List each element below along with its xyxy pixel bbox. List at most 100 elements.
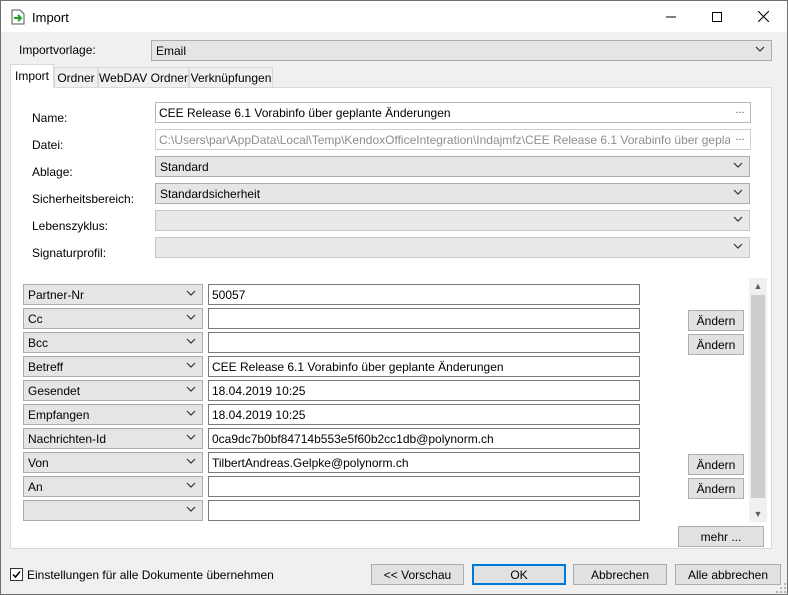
tab-webdav-ordner[interactable]: WebDAV Ordner: [98, 67, 189, 87]
field-value-input[interactable]: [208, 332, 640, 353]
chevron-down-icon: [755, 46, 765, 52]
import-template-label: Importvorlage:: [19, 43, 96, 57]
import-template-select[interactable]: Email: [151, 40, 772, 61]
field-name-value: Cc: [28, 312, 43, 326]
change-button[interactable]: Ändern: [688, 334, 744, 355]
maximize-button[interactable]: [694, 1, 740, 32]
datei-value: C:\Users\par\AppData\Local\Temp\KendoxOf…: [159, 133, 751, 147]
ablage-value: Standard: [160, 160, 209, 174]
chevron-down-icon: [733, 162, 743, 168]
field-name-select[interactable]: Von: [23, 452, 203, 473]
datei-input[interactable]: C:\Users\par\AppData\Local\Temp\KendoxOf…: [155, 129, 751, 150]
tab-import[interactable]: Import: [10, 64, 54, 88]
change-button[interactable]: Ändern: [688, 454, 744, 475]
signatur-label: Signaturprofil:: [32, 246, 107, 260]
ok-button[interactable]: OK: [472, 564, 566, 585]
name-browse-button[interactable]: ...: [730, 103, 750, 122]
chevron-down-icon: [186, 362, 196, 368]
sicherheit-value: Standardsicherheit: [160, 187, 261, 201]
signatur-select[interactable]: [155, 237, 750, 258]
lebenszyklus-select[interactable]: [155, 210, 750, 231]
chevron-down-icon: [733, 216, 743, 222]
field-name-value: Betreff: [28, 360, 64, 374]
field-name-select[interactable]: Cc: [23, 308, 203, 329]
lebenszyklus-label: Lebenszyklus:: [32, 219, 109, 233]
field-value-input[interactable]: 18.04.2019 10:25: [208, 404, 640, 425]
apply-all-label: Einstellungen für alle Dokumente überneh…: [27, 568, 274, 582]
field-value-input[interactable]: CEE Release 6.1 Vorabinfo über geplante …: [208, 356, 640, 377]
chevron-down-icon: [186, 458, 196, 464]
scroll-up-arrow[interactable]: ▲: [749, 278, 767, 294]
resize-grip-icon[interactable]: [775, 582, 787, 594]
field-value-input[interactable]: [208, 476, 640, 497]
close-button[interactable]: [740, 1, 786, 32]
field-name-value: Bcc: [28, 336, 49, 350]
chevron-down-icon: [186, 410, 196, 416]
chevron-down-icon: [186, 314, 196, 320]
import-icon: [11, 9, 25, 25]
field-name-value: An: [28, 480, 43, 494]
scroll-thumb[interactable]: [751, 295, 765, 498]
checkmark-icon: [12, 571, 21, 579]
ablage-select[interactable]: Standard: [155, 156, 750, 177]
field-name-select[interactable]: Bcc: [23, 332, 203, 353]
scroll-down-arrow[interactable]: ▼: [749, 506, 767, 522]
change-button[interactable]: Ändern: [688, 478, 744, 499]
close-icon: [757, 11, 769, 22]
cancel-all-button[interactable]: Alle abbrechen: [675, 564, 781, 585]
tab-verknuepfungen-label: Verknüpfungen: [190, 71, 272, 85]
field-value-input[interactable]: [208, 500, 640, 521]
field-list-scrollbar[interactable]: ▲ ▼: [749, 278, 767, 522]
tab-import-label: Import: [14, 69, 49, 83]
chevron-down-icon: [186, 290, 196, 296]
field-name-select[interactable]: Gesendet: [23, 380, 203, 401]
field-value-text: CEE Release 6.1 Vorabinfo über geplante …: [212, 360, 504, 374]
datei-browse-button[interactable]: ...: [730, 130, 750, 149]
field-name-select[interactable]: Empfangen: [23, 404, 203, 425]
maximize-icon: [712, 11, 722, 22]
field-name-value: Gesendet: [28, 384, 81, 398]
change-button[interactable]: Ändern: [688, 310, 744, 331]
name-value: CEE Release 6.1 Vorabinfo über geplante …: [159, 106, 451, 120]
more-button[interactable]: mehr ...: [678, 526, 764, 547]
apply-all-checkbox[interactable]: [10, 568, 23, 581]
minimize-icon: [666, 16, 676, 17]
field-name-select[interactable]: Nachrichten-Id: [23, 428, 203, 449]
import-dialog: Import Importvorlage: Email Import Ordne…: [0, 0, 788, 595]
name-input[interactable]: CEE Release 6.1 Vorabinfo über geplante …: [155, 102, 751, 123]
field-value-input[interactable]: 50057: [208, 284, 640, 305]
window-title: Import: [32, 10, 69, 25]
field-name-select[interactable]: Betreff: [23, 356, 203, 377]
chevron-down-icon: [186, 338, 196, 344]
field-name-select[interactable]: [23, 500, 203, 521]
field-value-input[interactable]: 18.04.2019 10:25: [208, 380, 640, 401]
field-value-text: 18.04.2019 10:25: [212, 408, 306, 422]
cancel-button[interactable]: Abbrechen: [573, 564, 667, 585]
tab-ordner[interactable]: Ordner: [54, 67, 98, 87]
title-bar: Import: [1, 1, 787, 32]
field-value-text: 0ca9dc7b0bf84714b553e5f60b2cc1db@polynor…: [212, 432, 494, 446]
field-value-text: TilbertAndreas.Gelpke@polynorm.ch: [212, 456, 409, 470]
ablage-label: Ablage:: [32, 165, 73, 179]
field-name-value: Partner-Nr: [28, 288, 85, 302]
field-value-input[interactable]: [208, 308, 640, 329]
sicherheit-select[interactable]: Standardsicherheit: [155, 183, 750, 204]
datei-label: Datei:: [32, 138, 64, 152]
name-label: Name:: [32, 111, 68, 125]
field-name-value: Empfangen: [28, 408, 90, 422]
chevron-down-icon: [733, 189, 743, 195]
field-name-select[interactable]: Partner-Nr: [23, 284, 203, 305]
preview-button[interactable]: << Vorschau: [371, 564, 464, 585]
field-value-input[interactable]: TilbertAndreas.Gelpke@polynorm.ch: [208, 452, 640, 473]
minimize-button[interactable]: [648, 1, 694, 32]
tab-ordner-label: Ordner: [57, 71, 95, 85]
chevron-down-icon: [733, 243, 743, 249]
field-value-input[interactable]: 0ca9dc7b0bf84714b553e5f60b2cc1db@polynor…: [208, 428, 640, 449]
field-name-select[interactable]: An: [23, 476, 203, 497]
import-template-value: Email: [156, 44, 187, 58]
chevron-down-icon: [186, 482, 196, 488]
chevron-down-icon: [186, 386, 196, 392]
field-name-value: Nachrichten-Id: [28, 432, 107, 446]
tab-verknuepfungen[interactable]: Verknüpfungen: [189, 67, 273, 87]
chevron-down-icon: [186, 434, 196, 440]
